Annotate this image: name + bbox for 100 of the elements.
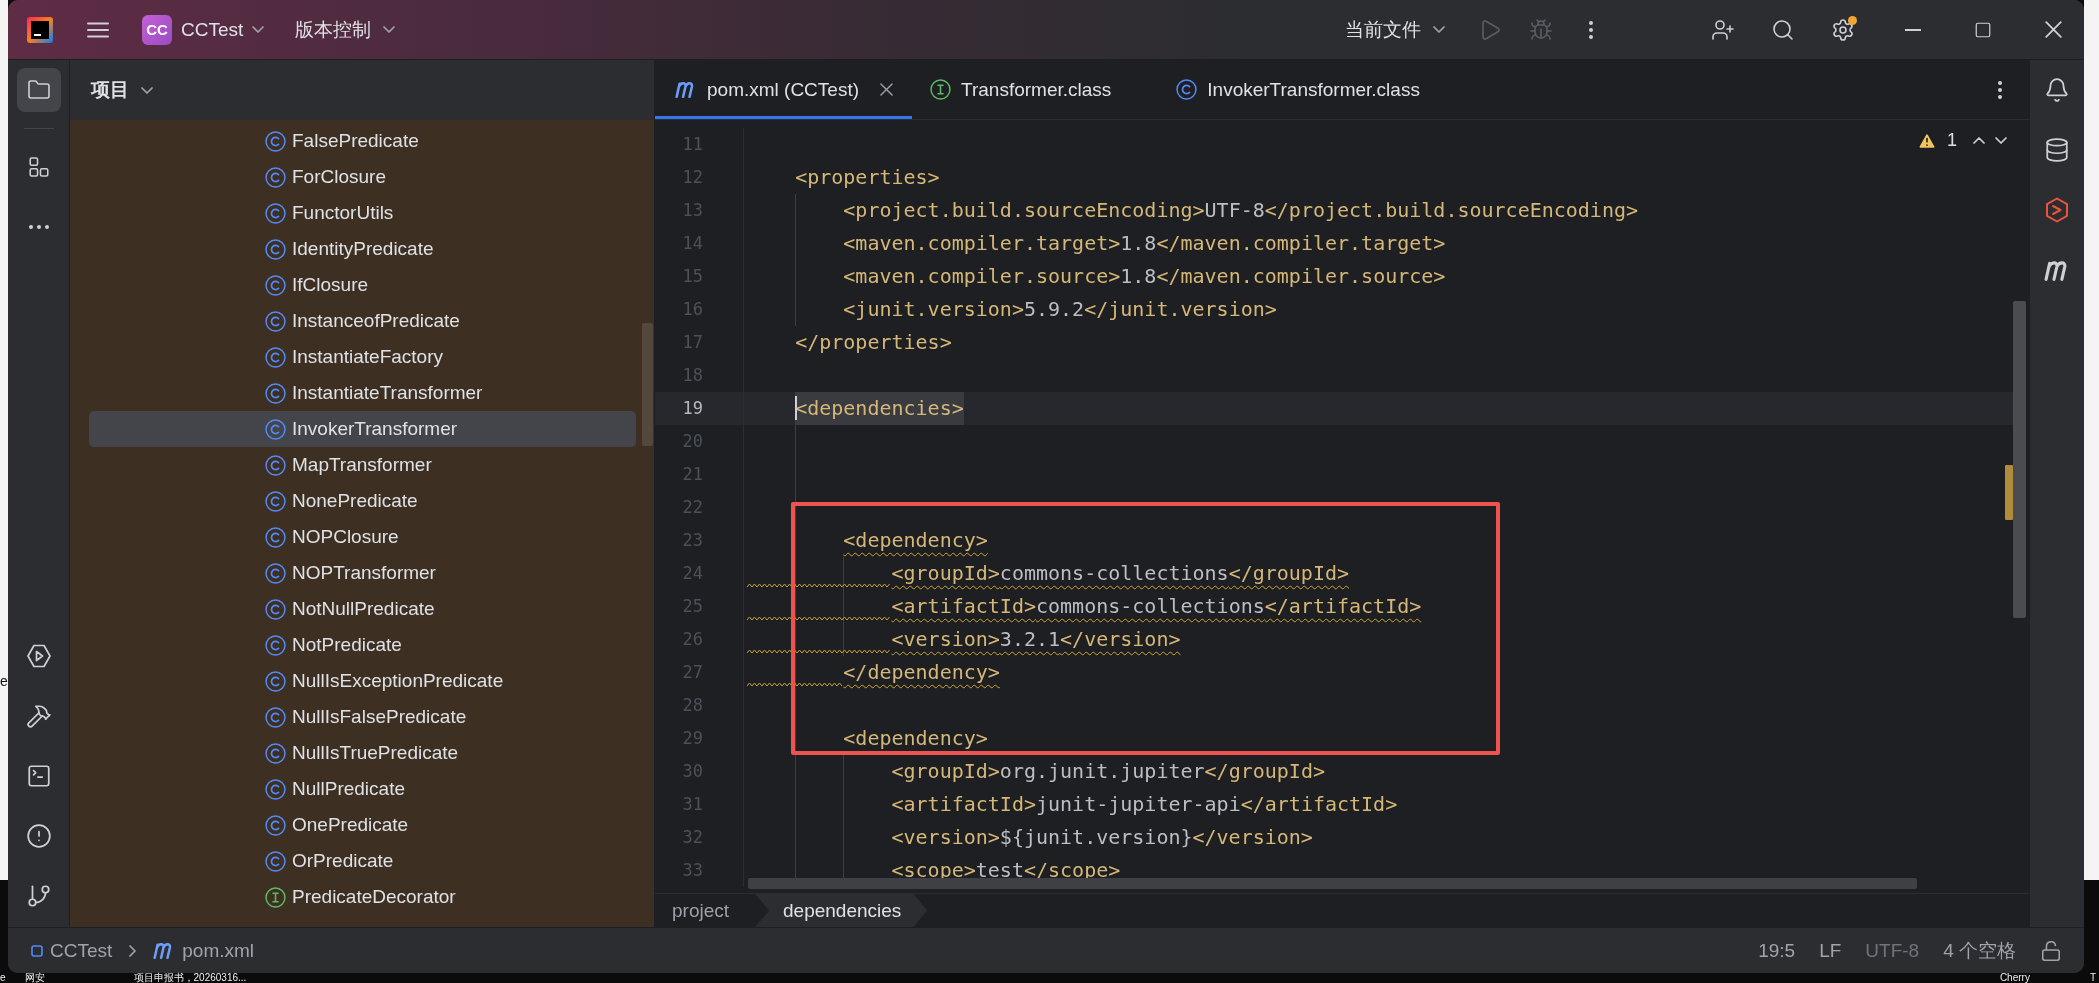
hammer-icon: [25, 703, 52, 729]
project-tool-button[interactable]: [16, 68, 61, 112]
unlocked-icon[interactable]: [2040, 939, 2062, 962]
breadcrumb[interactable]: project: [655, 894, 756, 927]
run-config-button[interactable]: 当前文件: [1335, 9, 1455, 50]
class-icon: [265, 382, 286, 404]
class-icon: [265, 310, 286, 332]
tree-item[interactable]: PredicateDecorator: [89, 879, 636, 915]
tree-item[interactable]: InstanceofPredicate: [89, 303, 636, 339]
more-icon: [28, 225, 49, 229]
class-icon: [265, 778, 286, 800]
class-icon: [265, 562, 286, 584]
close-icon: [880, 83, 893, 96]
text-cursor: [795, 396, 798, 420]
code-text: </properties>: [795, 329, 952, 356]
add-user-icon: [1711, 17, 1735, 42]
app-logo[interactable]: [27, 16, 53, 43]
tree-item[interactable]: InvokerTransformer: [89, 411, 636, 447]
tree-item[interactable]: IdentityPredicate: [89, 231, 636, 267]
tree-item[interactable]: NullIsTruePredicate: [89, 735, 636, 771]
tree-item[interactable]: NonePredicate: [89, 483, 636, 519]
class-icon: [265, 706, 286, 728]
class-icon: [265, 670, 286, 692]
editor-tab[interactable]: pom.xml (CCTest): [655, 60, 912, 119]
interface-icon: [930, 79, 951, 100]
module-icon: [31, 944, 43, 957]
tab-close-button[interactable]: [878, 81, 895, 98]
desktop-label: e: [0, 973, 6, 983]
tree-item[interactable]: InstantiateFactory: [89, 339, 636, 375]
status-item[interactable]: 19:5: [1758, 939, 1796, 962]
scrollbar[interactable]: [642, 323, 653, 446]
maximize-icon: [1974, 20, 1992, 39]
tree-item[interactable]: OrPredicate: [89, 843, 636, 879]
breadcrumb[interactable]: dependencies: [755, 894, 928, 927]
horizontal-scrollbar[interactable]: [748, 878, 1917, 889]
terminal-icon: [25, 763, 52, 789]
tree-item[interactable]: FunctorUtils: [89, 195, 636, 231]
tree-item[interactable]: MapTransformer: [89, 447, 636, 483]
warning-stripe-mark: [2005, 465, 2013, 520]
database-icon: [2044, 137, 2070, 163]
tree-item[interactable]: OnePredicate: [89, 807, 636, 843]
status-item[interactable]: 4 个空格: [1943, 937, 2016, 964]
code-text: <scope>test</scope>: [891, 857, 1121, 884]
caret-icon: [141, 86, 153, 94]
tree-item[interactable]: NotNullPredicate: [89, 591, 636, 627]
desktop-label: T: [2089, 973, 2096, 983]
desktop-label: Cherry: [1999, 973, 2030, 983]
class-icon: [265, 418, 286, 440]
project-view-selector[interactable]: 项目: [85, 73, 159, 107]
class-icon: [265, 166, 286, 188]
code-text: <properties>: [795, 164, 940, 191]
editor-tab[interactable]: Transformer.class: [912, 60, 1159, 119]
class-icon: [265, 814, 286, 836]
code-text: <version>3.2.1</version>: [891, 626, 1181, 653]
vcs-menu-button[interactable]: 版本控制: [287, 9, 404, 50]
desktop-label: 项目申报书，20260316...: [133, 973, 247, 983]
tree-item[interactable]: NOPClosure: [89, 519, 636, 555]
tree-item[interactable]: NullIsExceptionPredicate: [89, 663, 636, 699]
editor-tab[interactable]: InvokerTransformer.class: [1158, 60, 1467, 119]
structure-icon: [28, 157, 49, 177]
code-text: <maven.compiler.source>1.8</maven.compiler.source>: [843, 263, 1446, 290]
tree-item[interactable]: NullPredicate: [89, 771, 636, 807]
tree-item[interactable]: NotPredicate: [89, 627, 636, 663]
tree-item[interactable]: InstantiateTransformer: [89, 375, 636, 411]
close-icon: [2044, 21, 2062, 38]
class-icon: [265, 202, 286, 224]
tree-item[interactable]: FalsePredicate: [89, 123, 636, 159]
code-text: <maven.compiler.target>1.8</maven.compiler.target>: [843, 230, 1446, 257]
tree-item[interactable]: IfClosure: [89, 267, 636, 303]
tree-item[interactable]: ForClosure: [89, 159, 636, 195]
search-icon: [1771, 17, 1795, 42]
tree-item[interactable]: NullIsFalsePredicate: [89, 699, 636, 735]
code-text: <version>${junit.version}</version>: [891, 824, 1313, 851]
project-selector[interactable]: CC CCTest: [136, 9, 271, 50]
line-number: 19: [655, 392, 744, 425]
previous-icon[interactable]: [1973, 137, 1985, 144]
tree-item[interactable]: NOPTransformer: [89, 555, 636, 591]
settings-icon: [1831, 17, 1855, 42]
desktop-label: 网安: [24, 973, 45, 983]
bell-icon: [2044, 77, 2070, 103]
code-text: <artifactId>junit-jupiter-api</artifactId>: [891, 791, 1398, 818]
chevron-icon: [129, 944, 137, 957]
status-item[interactable]: LF: [1819, 939, 1842, 962]
path-segment[interactable]: CCTest: [50, 939, 113, 962]
code-text: <dependencies>: [795, 392, 964, 425]
menu-icon: [87, 21, 109, 38]
project-badge: CC: [142, 14, 172, 45]
path-segment[interactable]: pom.xml: [182, 939, 255, 962]
class-icon: [265, 454, 286, 476]
caret-icon: [383, 26, 396, 33]
warning-count: 1: [1947, 130, 1957, 151]
scrollbar[interactable]: [2013, 301, 2026, 618]
code-text: <groupId>org.junit.jupiter</groupId>: [891, 758, 1325, 785]
code-text: <project.build.sourceEncoding>UTF-8</project.build.sourceEncoding>: [843, 197, 1639, 224]
class-icon: [265, 742, 286, 764]
class-icon: [1176, 79, 1198, 100]
next-icon[interactable]: [1995, 137, 2007, 144]
code-text: <junit.version>5.9.2</junit.version>: [843, 296, 1277, 323]
services-icon: [25, 643, 52, 669]
code-text: <dependency>: [843, 725, 988, 752]
